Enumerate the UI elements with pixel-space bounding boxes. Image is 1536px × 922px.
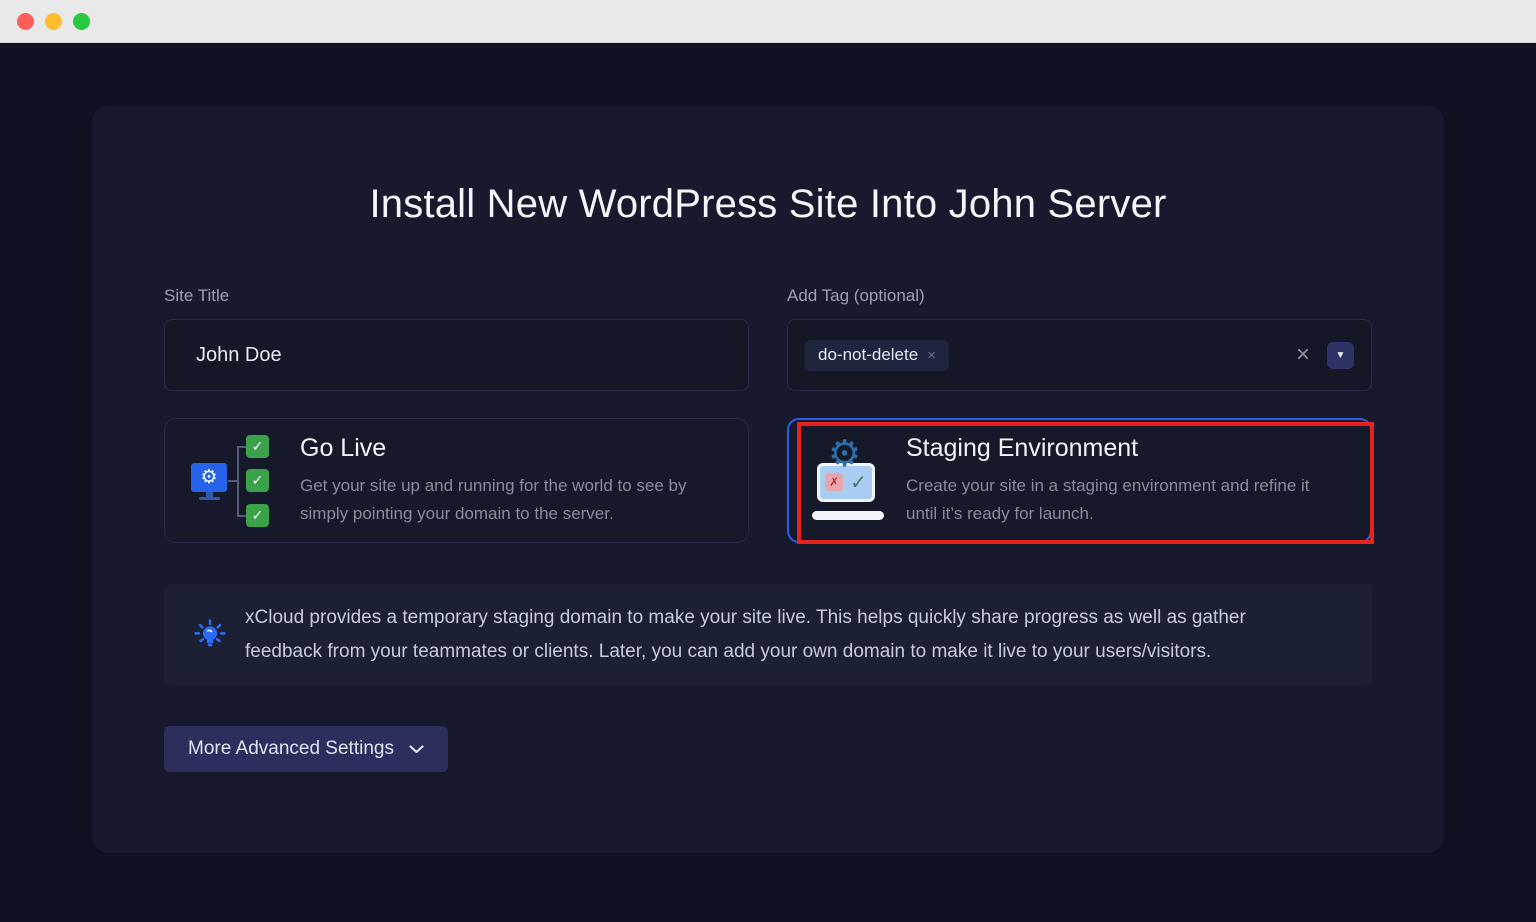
option-card-staging-environment[interactable]: ⚙ ✗ ✓ Staging Environment Create your si… (787, 418, 1372, 543)
monitor-gear-checklist-icon: ⚙ ✓ ✓ ✓ (191, 434, 275, 528)
clear-tags-icon[interactable]: × (1296, 343, 1310, 367)
tag-chip-label: do-not-delete (818, 345, 918, 365)
install-site-panel: Install New WordPress Site Into John Ser… (92, 106, 1444, 853)
staging-info-box: xCloud provides a temporary staging doma… (164, 584, 1372, 686)
traffic-light-maximize-button[interactable] (73, 13, 90, 30)
go-live-description: Get your site up and running for the wor… (300, 472, 722, 528)
go-live-title: Go Live (300, 434, 722, 463)
staging-info-text: xCloud provides a temporary staging doma… (245, 601, 1326, 669)
staging-text: Staging Environment Create your site in … (906, 434, 1344, 528)
cross-icon: ✗ (825, 473, 843, 491)
traffic-light-minimize-button[interactable] (45, 13, 62, 30)
add-tag-field-group: Add Tag (optional) do-not-delete × × ▼ (787, 286, 1372, 391)
go-live-text: Go Live Get your site up and running for… (300, 434, 722, 528)
tag-input[interactable]: do-not-delete × × ▼ (787, 319, 1372, 391)
check-icon: ✓ (246, 469, 269, 492)
more-advanced-settings-label: More Advanced Settings (188, 738, 394, 760)
site-title-field-group: Site Title (164, 286, 749, 391)
site-title-input[interactable] (164, 319, 749, 391)
traffic-light-close-button[interactable] (17, 13, 34, 30)
tag-chip[interactable]: do-not-delete × (805, 340, 949, 371)
caret-down-icon: ▼ (1336, 350, 1346, 361)
site-title-label: Site Title (164, 286, 749, 306)
chevron-down-icon (409, 745, 424, 754)
tag-remove-icon[interactable]: × (927, 347, 936, 364)
check-icon: ✓ (246, 504, 269, 527)
option-card-go-live[interactable]: ⚙ ✓ ✓ ✓ Go Live Get your site up and run… (164, 418, 749, 543)
lightbulb-icon (194, 619, 226, 651)
environment-options: ⚙ ✓ ✓ ✓ Go Live Get your site up and run… (164, 418, 1372, 543)
add-tag-label: Add Tag (optional) (787, 286, 1372, 306)
tag-dropdown-button[interactable]: ▼ (1327, 342, 1354, 369)
more-advanced-settings-button[interactable]: More Advanced Settings (164, 726, 448, 772)
laptop-gear-check-cross-icon: ⚙ ✗ ✓ (815, 438, 881, 524)
window-titlebar (0, 0, 1536, 43)
form-row: Site Title Add Tag (optional) do-not-del… (164, 286, 1372, 391)
gear-icon: ⚙ (828, 432, 861, 475)
staging-title: Staging Environment (906, 434, 1344, 463)
gear-icon: ⚙ (200, 466, 217, 489)
page-title: Install New WordPress Site Into John Ser… (164, 106, 1372, 228)
staging-description: Create your site in a staging environmen… (906, 472, 1344, 528)
check-icon: ✓ (246, 435, 269, 458)
